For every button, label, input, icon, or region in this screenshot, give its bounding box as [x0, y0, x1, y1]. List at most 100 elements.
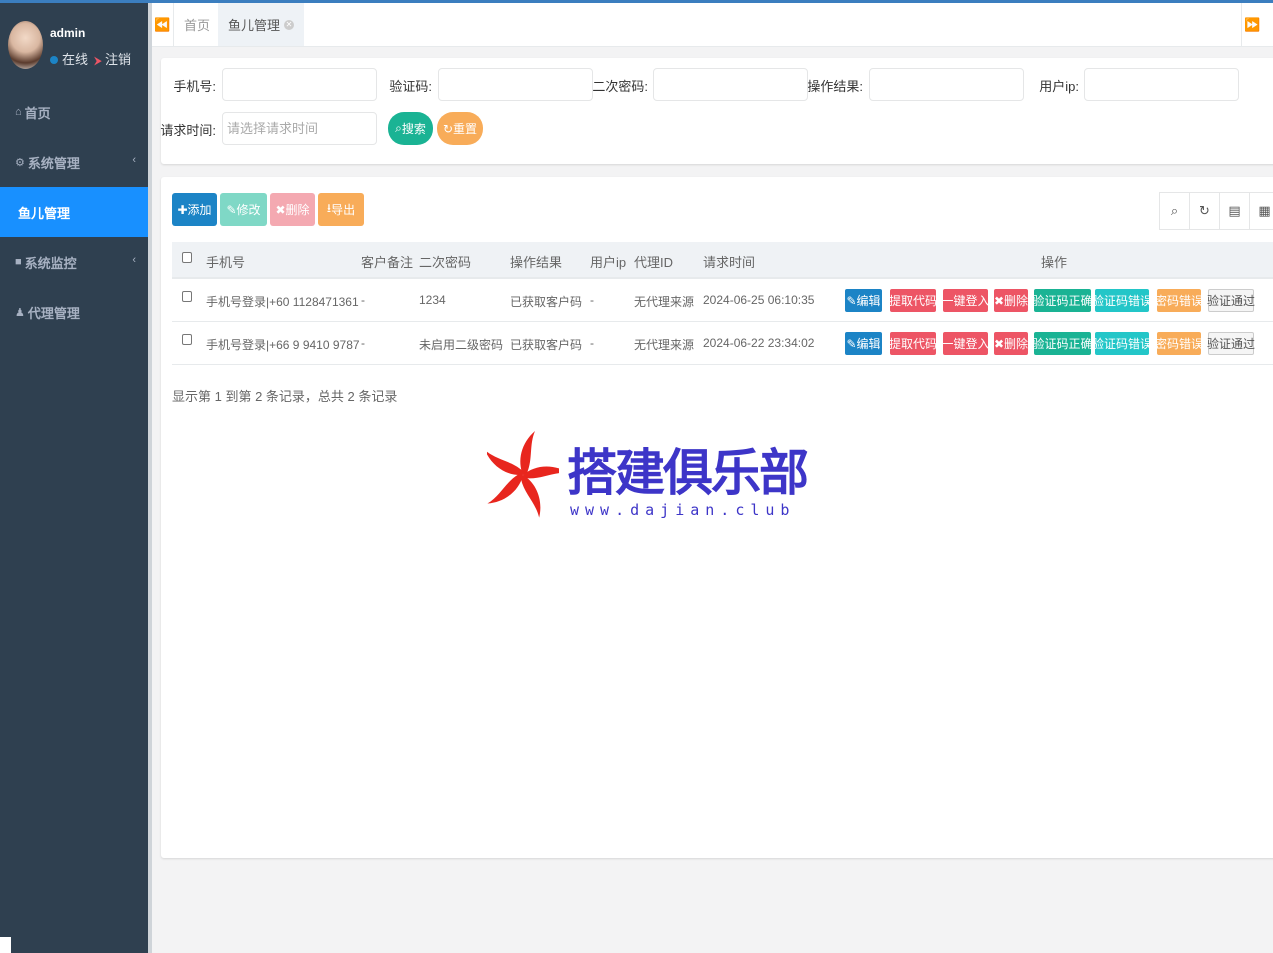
sidebar-item-home[interactable]: ⌂ 首页	[0, 87, 148, 137]
column-header[interactable]: 用户ip	[590, 252, 626, 271]
edit-button[interactable]: ✎ 修改	[220, 193, 267, 226]
sidebar-item-label: 系统监控	[24, 255, 77, 271]
phone-input[interactable]	[222, 68, 377, 101]
delete-button-label: 删除	[285, 203, 310, 217]
row-checkbox[interactable]	[182, 334, 192, 345]
sidebar: admin 在线 ⮞ 注销 ⌂ 首页 ⚙ 系统管理 ‹ 鱼儿管理 ■ 系统监控 ‹ ♟ 代理…	[0, 3, 148, 953]
tab-scroll-left-icon[interactable]: ⏪	[152, 3, 174, 46]
user-icon: ♟	[15, 306, 25, 319]
time-label: 请求时间:	[160, 123, 216, 138]
action-label: 编辑	[856, 294, 881, 308]
times-icon: ✖	[993, 293, 1005, 308]
delete-button[interactable]: ✖ 删除	[270, 193, 315, 226]
tab-scroll-right-icon[interactable]: ⏩	[1241, 3, 1263, 46]
second-pwd-input[interactable]	[653, 68, 808, 101]
refresh-icon[interactable]: ↻	[1189, 192, 1220, 230]
tab-label: 首页	[184, 18, 211, 33]
add-button[interactable]: ✚ 添加	[172, 193, 217, 226]
edit-icon: ✎	[846, 336, 857, 351]
cell-agent: 无代理来源	[634, 295, 695, 309]
column-header[interactable]: 操作	[1041, 252, 1067, 271]
user-name: admin	[50, 26, 86, 40]
phone-label: 手机号:	[173, 79, 216, 94]
row-edit-button[interactable]: ✎ 编辑	[845, 289, 882, 312]
column-header[interactable]: 操作结果	[510, 252, 562, 271]
edit-icon: ✎	[846, 293, 857, 308]
cell-phone: 手机号登录|+60 1128471361	[206, 295, 359, 309]
row-password-wrong-button[interactable]: 密码错误	[1155, 332, 1203, 355]
toggle-view-icon[interactable]: ▤	[1219, 192, 1250, 230]
result-label: 操作结果:	[807, 79, 863, 94]
row-code-wrong-button[interactable]: 验证码错误	[1092, 289, 1152, 312]
time-input[interactable]: 请选择请求时间	[222, 112, 377, 145]
home-icon: ⌂	[15, 106, 22, 118]
user-profile: admin 在线 ⮞ 注销	[8, 19, 144, 75]
ip-label: 用户ip:	[1039, 79, 1079, 94]
table-row: 手机号登录|+66 9 9410 9787 - 未启用二级密码 已获取客户码 -…	[172, 322, 1273, 365]
sidebar-item-fish[interactable]: 鱼儿管理	[0, 187, 148, 237]
column-header[interactable]: 请求时间	[703, 252, 755, 271]
cell-ip: -	[590, 336, 594, 350]
row-code-correct-button[interactable]: 验证码正确	[1033, 332, 1093, 355]
sidebar-item-system[interactable]: ⚙ 系统管理 ‹	[0, 137, 148, 187]
row-code-correct-button[interactable]: 验证码正确	[1033, 289, 1093, 312]
columns-icon[interactable]: ▦	[1249, 192, 1273, 230]
refresh-icon: ↻	[442, 121, 454, 136]
action-label: 编辑	[856, 337, 881, 351]
row-extract-code-button[interactable]: 提取代码	[889, 332, 937, 355]
video-icon: ■	[15, 256, 22, 268]
sidebar-item-monitor[interactable]: ■ 系统监控 ‹	[0, 237, 148, 287]
ip-input[interactable]	[1084, 68, 1239, 101]
row-one-click-login-button[interactable]: 一键登入	[942, 289, 990, 312]
search-button-label: 搜索	[401, 122, 426, 136]
action-label: 删除	[1004, 337, 1029, 351]
watermark-url: www.dajian.club	[570, 501, 796, 519]
row-verify-pass-button[interactable]: 验证通过	[1207, 289, 1255, 312]
tab-fish[interactable]: 鱼儿管理 ✕	[218, 3, 305, 46]
search-button[interactable]: ⌕ 搜索	[388, 112, 433, 145]
select-all-checkbox[interactable]	[182, 252, 192, 263]
row-delete-button[interactable]: ✖ 删除	[994, 289, 1028, 312]
cell-time: 2024-06-22 23:34:02	[703, 336, 815, 350]
times-icon: ✖	[993, 336, 1005, 351]
sidebar-item-label: 鱼儿管理	[18, 205, 71, 221]
corner-box	[0, 937, 11, 953]
sidebar-item-label: 代理管理	[27, 305, 80, 321]
logout-link[interactable]: 注销	[105, 52, 131, 67]
export-button[interactable]: ⭳ 导出	[318, 193, 364, 226]
cell-remark: -	[361, 336, 365, 350]
row-edit-button[interactable]: ✎ 编辑	[845, 332, 882, 355]
column-header[interactable]: 客户备注	[361, 252, 413, 271]
column-header[interactable]: 二次密码	[419, 252, 471, 271]
row-one-click-login-button[interactable]: 一键登入	[942, 332, 990, 355]
table-header: 手机号 客户备注 二次密码 操作结果 用户ip 代理ID 请求时间 操作	[172, 242, 1273, 279]
second-pwd-label: 二次密码:	[592, 79, 648, 94]
sidebar-item-label: 首页	[24, 105, 51, 121]
row-code-wrong-button[interactable]: 验证码错误	[1092, 332, 1152, 355]
row-password-wrong-button[interactable]: 密码错误	[1155, 289, 1203, 312]
cell-result: 已获取客户码	[510, 295, 583, 309]
column-header[interactable]: 代理ID	[634, 252, 673, 271]
online-status: 在线	[62, 52, 89, 67]
close-icon[interactable]: ✕	[284, 19, 295, 30]
toggle-search-icon[interactable]: ⌕	[1159, 192, 1190, 230]
row-delete-button[interactable]: ✖ 删除	[994, 332, 1028, 355]
sidebar-item-agent[interactable]: ♟ 代理管理	[0, 287, 148, 337]
reset-button[interactable]: ↻ 重置	[437, 112, 483, 145]
export-button-label: 导出	[331, 203, 356, 217]
row-verify-pass-button[interactable]: 验证通过	[1207, 332, 1255, 355]
avatar[interactable]	[8, 21, 43, 69]
logout-icon[interactable]: ⮞	[94, 55, 102, 67]
cell-time: 2024-06-25 06:10:35	[703, 293, 815, 307]
column-header[interactable]: 手机号	[206, 252, 245, 271]
cell-agent: 无代理来源	[634, 338, 695, 352]
code-input[interactable]	[438, 68, 593, 101]
row-checkbox[interactable]	[182, 291, 192, 302]
edit-icon: ✎	[226, 202, 237, 217]
watermark-brand: 搭建俱乐部	[567, 444, 809, 502]
times-icon: ✖	[275, 202, 286, 217]
tab-home[interactable]: 首页	[174, 3, 220, 46]
reset-button-label: 重置	[453, 122, 478, 136]
row-extract-code-button[interactable]: 提取代码	[889, 289, 937, 312]
result-input[interactable]	[869, 68, 1024, 101]
